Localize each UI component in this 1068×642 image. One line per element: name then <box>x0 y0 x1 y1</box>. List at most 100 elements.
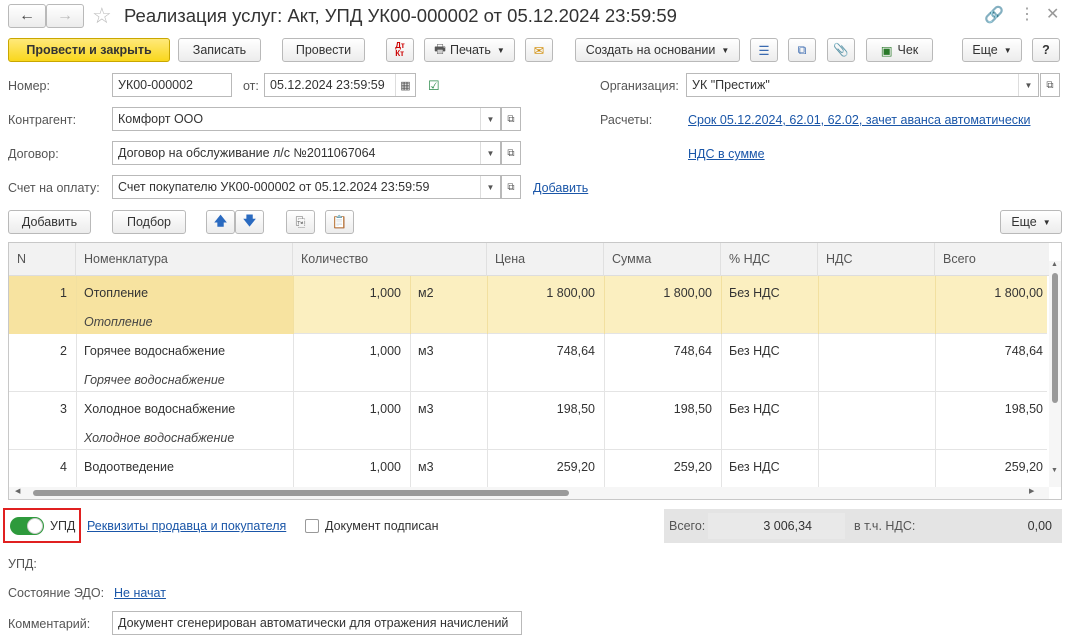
cell-sum[interactable]: 1 800,00 <box>604 286 712 300</box>
cell-quantity[interactable]: 1,000 <box>293 286 401 300</box>
cell-vat-rate[interactable]: Без НДС <box>729 344 780 358</box>
open-icon[interactable]: ⧉ <box>501 107 521 131</box>
structure-button[interactable]: ⧉ <box>788 38 816 62</box>
forward-button[interactable]: → <box>46 4 84 28</box>
edit-check-icon[interactable]: ☑ <box>428 78 440 94</box>
cell-n[interactable]: 2 <box>9 344 67 358</box>
table-row[interactable]: 1 Отопление 1,000 м2 1 800,00 1 800,00 Без НДС… <box>9 276 1047 334</box>
calendar-icon[interactable]: ▦ <box>395 74 415 96</box>
column-header-total[interactable]: Всего <box>935 243 1049 276</box>
link-icon[interactable]: 🔗 <box>984 5 1004 25</box>
scroll-right-icon[interactable]: ▶ <box>1029 487 1034 495</box>
edo-state-link[interactable]: Не начат <box>114 586 166 600</box>
dt-kt-button[interactable]: Дт Кт <box>386 38 414 62</box>
horizontal-scroll-thumb[interactable] <box>33 490 569 496</box>
open-icon[interactable]: ⧉ <box>501 141 521 165</box>
goods-table[interactable]: N Номенклатура Количество Цена Сумма % Н… <box>8 242 1062 500</box>
save-button[interactable]: Записать <box>178 38 261 62</box>
print-button[interactable]: 🖶 Печать ▼ <box>424 38 515 62</box>
contract-field[interactable]: Договор на обслуживание л/с №2011067064 … <box>112 141 501 165</box>
column-header-price[interactable]: Цена <box>487 243 604 276</box>
column-header-vat[interactable]: НДС <box>818 243 935 276</box>
cell-total[interactable]: 259,20 <box>935 460 1043 474</box>
table-add-button[interactable]: Добавить <box>8 210 91 234</box>
cell-price[interactable]: 259,20 <box>487 460 595 474</box>
cell-unit[interactable]: м3 <box>418 460 434 474</box>
cell-nomenclature[interactable]: Горячее водоснабжение <box>84 344 225 358</box>
table-row[interactable]: 3 Холодное водоснабжение 1,000 м3 198,50 198,… <box>9 392 1047 450</box>
cell-quantity[interactable]: 1,000 <box>293 402 401 416</box>
open-icon[interactable]: ⧉ <box>501 175 521 199</box>
cell-total[interactable]: 748,64 <box>935 344 1043 358</box>
move-down-button[interactable]: 🡇 <box>235 210 264 234</box>
open-icon[interactable]: ⧉ <box>1040 73 1060 97</box>
number-field[interactable]: УК00-000002 <box>112 73 232 97</box>
cell-price[interactable]: 748,64 <box>487 344 595 358</box>
cell-price[interactable]: 1 800,00 <box>487 286 595 300</box>
more-vertical-icon[interactable]: ⋮ <box>1019 4 1035 24</box>
upd-toggle[interactable] <box>10 517 44 535</box>
scroll-down-icon[interactable]: ▼ <box>1051 467 1058 474</box>
cell-unit[interactable]: м3 <box>418 344 434 358</box>
attach-button[interactable]: 📎 <box>827 38 855 62</box>
settlements-link[interactable]: Срок 05.12.2024, 62.01, 62.02, зачет ава… <box>688 113 1030 127</box>
cell-total[interactable]: 1 800,00 <box>935 286 1043 300</box>
paste-button[interactable]: 📋 <box>325 210 354 234</box>
cell-unit[interactable]: м3 <box>418 402 434 416</box>
back-button[interactable]: ← <box>8 4 46 28</box>
close-icon[interactable]: ✕ <box>1046 4 1059 24</box>
cell-quantity[interactable]: 1,000 <box>293 460 401 474</box>
cell-total[interactable]: 198,50 <box>935 402 1043 416</box>
table-select-button[interactable]: Подбор <box>112 210 186 234</box>
column-header-vat-rate[interactable]: % НДС <box>721 243 818 276</box>
cell-nomenclature-sub[interactable]: Отопление <box>84 315 153 329</box>
table-more-button[interactable]: Еще ▼ <box>1000 210 1062 234</box>
cell-vat-rate[interactable]: Без НДС <box>729 460 780 474</box>
more-button[interactable]: Еще ▼ <box>962 38 1022 62</box>
copy-button[interactable]: ⎘ <box>286 210 315 234</box>
column-header-n[interactable]: N <box>9 243 76 276</box>
requisites-link[interactable]: Реквизиты продавца и покупателя <box>87 519 286 533</box>
cell-vat-rate[interactable]: Без НДС <box>729 402 780 416</box>
create-based-button[interactable]: Создать на основании ▼ <box>575 38 740 62</box>
cell-price[interactable]: 198,50 <box>487 402 595 416</box>
cell-sum[interactable]: 198,50 <box>604 402 712 416</box>
invoice-add-link[interactable]: Добавить <box>533 181 588 195</box>
organization-field[interactable]: УК "Престиж" ▼ <box>686 73 1039 97</box>
report-button[interactable]: ☰ <box>750 38 778 62</box>
column-header-quantity[interactable]: Количество <box>293 243 487 276</box>
chevron-down-icon[interactable]: ▼ <box>480 142 500 164</box>
cell-nomenclature[interactable]: Холодное водоснабжение <box>84 402 235 416</box>
invoice-field[interactable]: Счет покупателю УК00-000002 от 05.12.202… <box>112 175 501 199</box>
cell-nomenclature[interactable]: Водоотведение <box>84 460 174 474</box>
comment-field[interactable]: Документ сгенерирован автоматически для … <box>112 611 522 635</box>
help-button[interactable]: ? <box>1032 38 1060 62</box>
vertical-scroll-thumb[interactable] <box>1052 273 1058 403</box>
cell-sum[interactable]: 259,20 <box>604 460 712 474</box>
chevron-down-icon[interactable]: ▼ <box>480 176 500 198</box>
table-row[interactable]: 2 Горячее водоснабжение 1,000 м3 748,64 748,6… <box>9 334 1047 392</box>
scroll-up-icon[interactable]: ▲ <box>1051 261 1058 268</box>
cell-n[interactable]: 4 <box>9 460 67 474</box>
cell-nomenclature[interactable]: Отопление <box>84 286 148 300</box>
cell-unit[interactable]: м2 <box>418 286 434 300</box>
vertical-scrollbar[interactable]: ▲ ▼ <box>1049 261 1061 487</box>
column-header-sum[interactable]: Сумма <box>604 243 721 276</box>
chevron-down-icon[interactable]: ▼ <box>480 108 500 130</box>
email-button[interactable]: ✉ <box>525 38 553 62</box>
cell-quantity[interactable]: 1,000 <box>293 344 401 358</box>
post-button[interactable]: Провести <box>282 38 365 62</box>
cell-n[interactable]: 3 <box>9 402 67 416</box>
cell-n[interactable]: 1 <box>9 286 67 300</box>
scroll-left-icon[interactable]: ◀ <box>15 487 20 495</box>
vat-link[interactable]: НДС в сумме <box>688 147 765 161</box>
date-field[interactable]: 05.12.2024 23:59:59 ▦ <box>264 73 416 97</box>
check-button[interactable]: ▣ Чек <box>866 38 933 62</box>
cell-vat-rate[interactable]: Без НДС <box>729 286 780 300</box>
favorite-star-icon[interactable]: ☆ <box>92 3 112 29</box>
cell-sum[interactable]: 748,64 <box>604 344 712 358</box>
post-and-close-button[interactable]: Провести и закрыть <box>8 38 170 62</box>
column-header-nomenclature[interactable]: Номенклатура <box>76 243 293 276</box>
chevron-down-icon[interactable]: ▼ <box>1018 74 1038 96</box>
cell-nomenclature-sub[interactable]: Холодное водоснабжение <box>84 431 234 445</box>
